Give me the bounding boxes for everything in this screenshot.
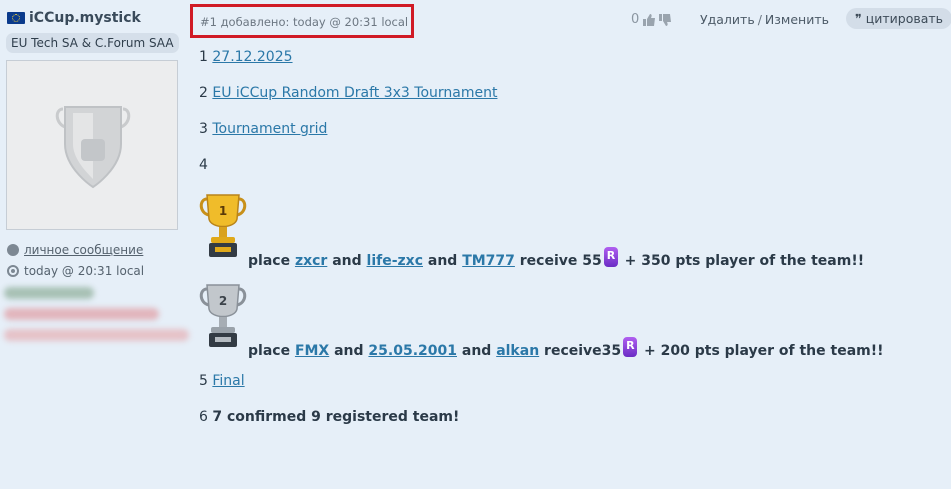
action-separator: / (757, 12, 762, 27)
registration-summary: 7 confirmed 9 registered team! (212, 409, 460, 425)
quote-label: цитировать (865, 11, 944, 26)
content-line-4: 4 (199, 157, 208, 173)
blurred-info (4, 329, 189, 341)
user-title-badge: EU Tech SA & C.Forum SAA (6, 33, 179, 53)
date-link[interactable]: 27.12.2025 (212, 49, 292, 65)
final-link[interactable]: Final (212, 373, 244, 389)
content-line-5: 5 Final (199, 373, 245, 389)
post-actions: Удалить / Изменить (700, 12, 829, 27)
trophy-avatar-icon (55, 106, 131, 189)
silver-trophy-icon: 2 (199, 284, 247, 347)
content-line-3: 3 Tournament grid (199, 121, 327, 137)
and-label: and (332, 253, 362, 269)
receive-label: receive35 (544, 343, 622, 359)
content-line-2: 2 EU iCCup Random Draft 3x3 Tournament (199, 85, 497, 101)
post-header: #1 добавлено: today @ 20:31 local 0 Удал… (190, 4, 951, 40)
reward-label: + 200 pts player of the team!! (644, 343, 884, 359)
receive-label: receive 55 (519, 253, 602, 269)
edit-link[interactable]: Изменить (765, 12, 829, 27)
and-label: and (461, 343, 492, 359)
private-message-link[interactable]: личное сообщение (24, 243, 143, 257)
second-place-line: place FMX and 25.05.2001 and alkan recei… (248, 337, 884, 359)
content-line-6: 6 7 confirmed 9 registered team! (199, 409, 459, 425)
tournament-grid-link[interactable]: Tournament grid (212, 121, 327, 137)
post-number-highlight: #1 добавлено: today @ 20:31 local (190, 4, 414, 38)
trophy-digit: 1 (219, 204, 227, 218)
player-link[interactable]: zxcr (295, 253, 327, 269)
quote-icon: ❞ (855, 11, 862, 26)
quote-button[interactable]: ❞ цитировать (846, 8, 951, 29)
player-link[interactable]: alkan (496, 343, 539, 359)
post-number[interactable]: #1 добавлено: today @ 20:31 local (200, 15, 408, 29)
private-message-row: личное сообщение (7, 243, 143, 257)
message-icon (7, 244, 19, 256)
avatar (6, 60, 178, 230)
line-number: 1 (199, 49, 208, 65)
eu-flag-icon (7, 12, 25, 24)
player-link[interactable]: TM777 (462, 253, 515, 269)
vote-count: 0 (631, 12, 640, 27)
vote-controls: 0 (631, 12, 672, 27)
place-label: place (248, 253, 291, 269)
delete-link[interactable]: Удалить (700, 12, 755, 27)
line-number: 4 (199, 157, 208, 173)
line-number: 5 (199, 373, 208, 389)
thumbs-up-icon[interactable] (643, 13, 656, 26)
coin-icon (603, 247, 618, 267)
line-number: 3 (199, 121, 208, 137)
player-link[interactable]: FMX (295, 343, 329, 359)
place-label: place (248, 343, 291, 359)
player-link[interactable]: 25.05.2001 (368, 343, 457, 359)
coin-icon (623, 337, 638, 357)
trophy-digit: 2 (219, 294, 227, 308)
line-number: 6 (199, 409, 208, 425)
post-time-row: today @ 20:31 local (7, 264, 144, 278)
player-link[interactable]: life-zxc (367, 253, 423, 269)
user-sidebar: iCCup.mystick EU Tech SA & C.Forum SAA л… (0, 0, 190, 489)
and-label: and (427, 253, 458, 269)
gold-trophy-icon: 1 (199, 194, 247, 257)
username[interactable]: iCCup.mystick (29, 10, 141, 26)
and-label: and (334, 343, 364, 359)
tournament-link[interactable]: EU iCCup Random Draft 3x3 Tournament (212, 85, 497, 101)
clock-icon (7, 265, 19, 277)
blurred-info (4, 308, 159, 320)
username-row: iCCup.mystick (7, 10, 141, 26)
content-line-1: 1 27.12.2025 (199, 49, 293, 65)
reward-label: + 350 pts player of the team!! (624, 253, 865, 269)
first-place-line: place zxcr and life-zxc and TM777 receiv… (248, 247, 864, 269)
line-number: 2 (199, 85, 208, 101)
blurred-info (4, 287, 94, 299)
thumbs-down-icon[interactable] (659, 13, 672, 26)
post-time: today @ 20:31 local (24, 264, 145, 278)
